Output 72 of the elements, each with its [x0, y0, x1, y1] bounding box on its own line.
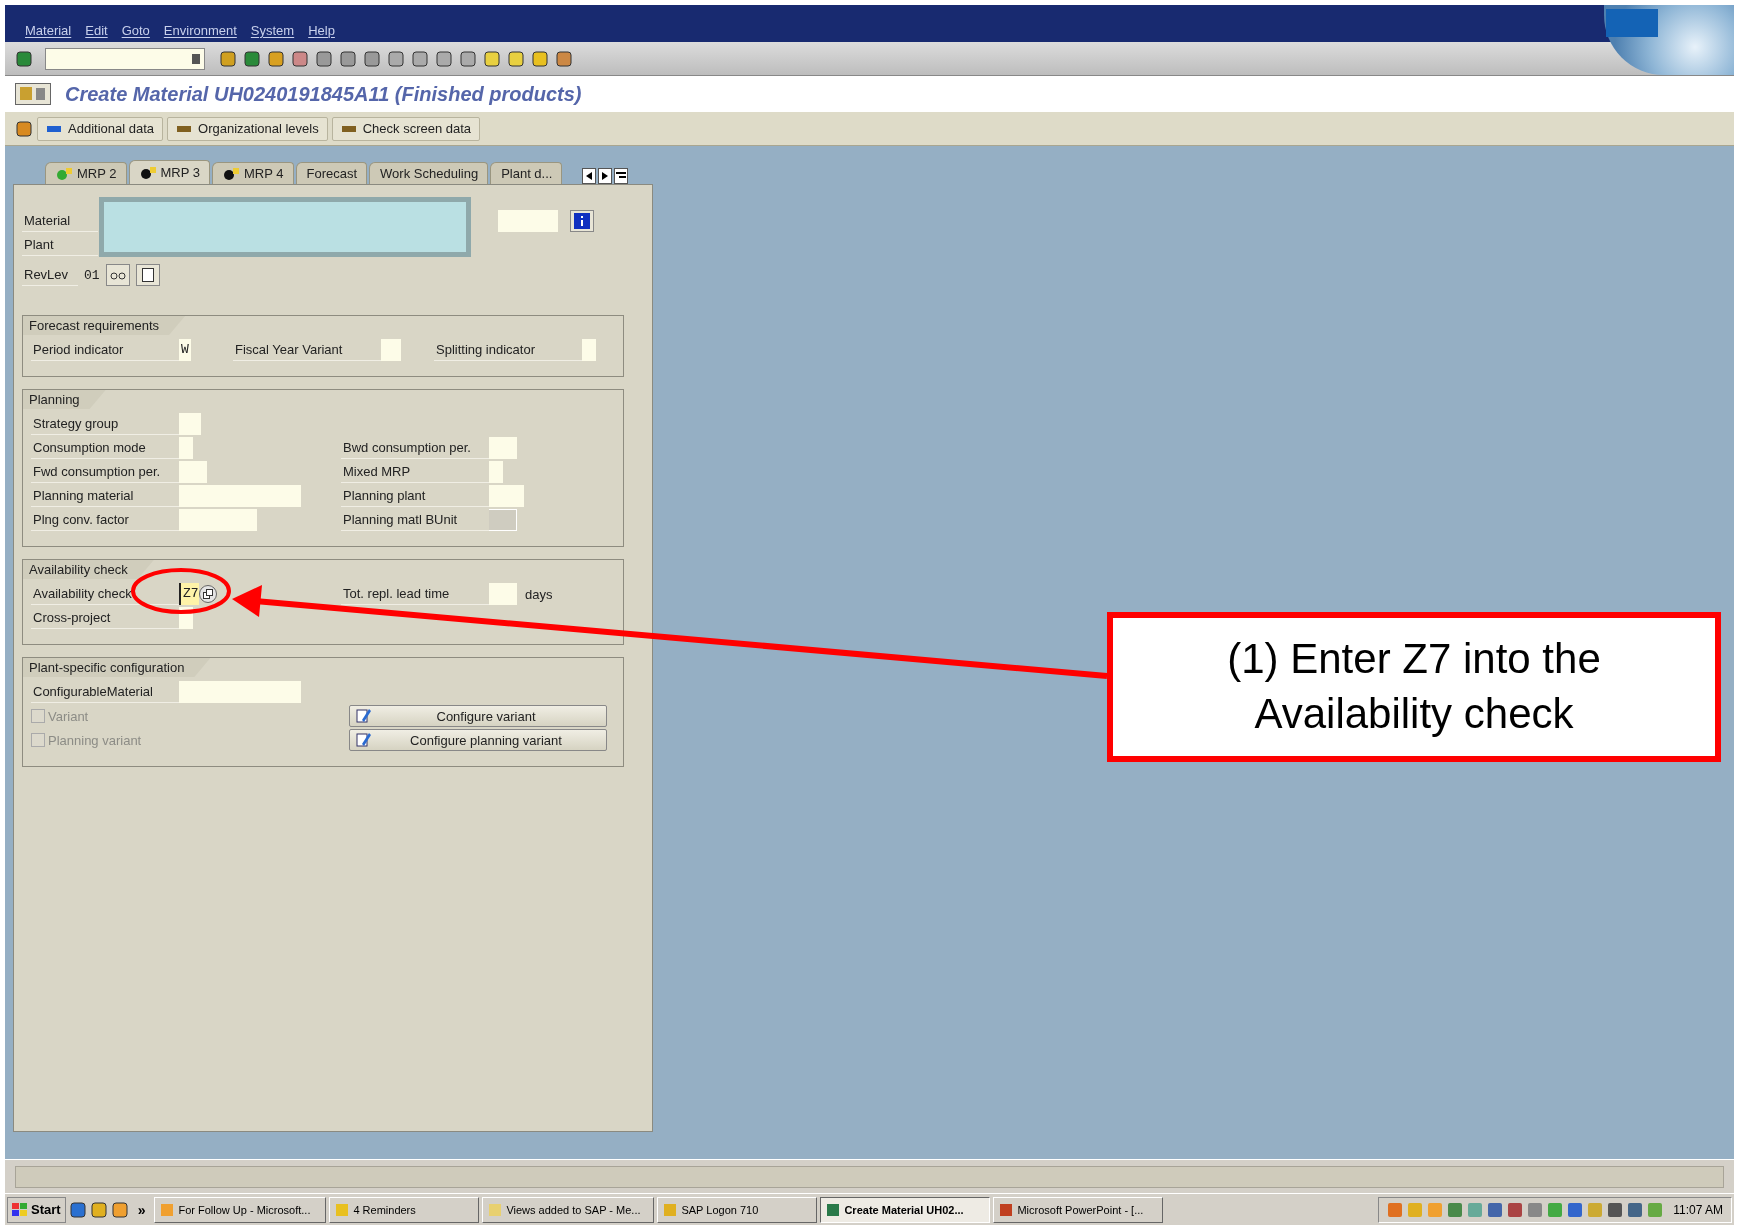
field-label: Plant: [22, 234, 98, 256]
input-field[interactable]: [179, 461, 207, 483]
field-label: RevLev: [22, 264, 78, 286]
pencil-icon: [356, 732, 372, 748]
more-button[interactable]: »: [131, 1201, 152, 1218]
history-icon[interactable]: [192, 53, 200, 64]
taskbar-item[interactable]: Microsoft PowerPoint - [...: [993, 1196, 1164, 1223]
menu-item[interactable]: Material: [25, 23, 72, 38]
tab-scroll-left-button[interactable]: [582, 168, 597, 184]
input-field[interactable]: [582, 339, 596, 361]
screen-title: Create Material UH0240191845A11 (Finished products): [65, 82, 582, 106]
document-icon: [141, 268, 154, 282]
toolbar-button[interactable]: Additional data: [37, 116, 163, 141]
group-title: Plant-specific configuration: [23, 658, 211, 677]
menu-item[interactable]: Edit: [85, 23, 108, 38]
group-title: Forecast requirements: [23, 316, 186, 335]
tab[interactable]: Plant d...: [490, 162, 563, 184]
input-field[interactable]: W: [179, 339, 191, 361]
revision-level-value: 01: [84, 267, 100, 283]
tab[interactable]: MRP 3: [128, 160, 210, 184]
search-help-button[interactable]: [199, 585, 217, 603]
left-triangle-icon: [586, 172, 593, 180]
input-field[interactable]: [179, 437, 193, 459]
input-field[interactable]: Z7: [179, 583, 199, 605]
glasses-button[interactable]: [105, 264, 130, 286]
pencil-icon: [356, 708, 372, 724]
input-field[interactable]: [489, 583, 517, 605]
tab[interactable]: MRP 4: [212, 162, 294, 184]
windows-logo: [12, 1202, 28, 1217]
taskbar-item[interactable]: Create Material UH02...: [820, 1196, 991, 1223]
field-label: Material: [22, 210, 98, 232]
taskbar-item[interactable]: Views added to SAP - Me...: [482, 1196, 655, 1223]
clock: 11:07 AM: [1673, 1202, 1723, 1217]
tab-icon: [56, 166, 72, 181]
input-field[interactable]: [381, 339, 401, 361]
command-field[interactable]: [45, 47, 205, 70]
input-field[interactable]: [179, 485, 301, 507]
group-title: Availability check: [23, 560, 154, 579]
display-change-icon[interactable]: [15, 83, 51, 105]
callout-text: (1) Enter Z7 into the Availability check: [1226, 634, 1602, 739]
menu-item[interactable]: Goto: [121, 23, 150, 38]
menu-item[interactable]: Help: [308, 23, 335, 38]
tab-icon: [223, 166, 239, 181]
right-triangle-icon: [602, 172, 609, 180]
tab[interactable]: MRP 2: [45, 162, 127, 184]
material-description-field[interactable]: [498, 210, 558, 232]
tab[interactable]: Forecast: [295, 162, 368, 184]
tab-scroll-right-button[interactable]: [598, 168, 613, 184]
taskbar-item[interactable]: For Follow Up - Microsoft...: [154, 1196, 327, 1223]
taskbar-item[interactable]: SAP Logon 710: [657, 1196, 818, 1223]
input-field[interactable]: [489, 461, 503, 483]
unit-label: days: [525, 586, 553, 602]
toolbar-button[interactable]: Check screen data: [331, 116, 481, 141]
list-icon: [616, 171, 627, 181]
group-title: Planning: [23, 390, 106, 409]
tab-icon: [139, 165, 156, 180]
menu-item[interactable]: Environment: [163, 23, 237, 38]
tab-list-button[interactable]: [614, 168, 629, 184]
taskbar-item[interactable]: 4 Reminders: [329, 1196, 480, 1223]
input-field[interactable]: [489, 485, 524, 507]
document-button[interactable]: [135, 264, 160, 286]
input-field[interactable]: [179, 509, 257, 531]
input-field[interactable]: [179, 413, 201, 435]
toolbar-button[interactable]: Organizational levels: [167, 116, 328, 141]
input-field[interactable]: [179, 681, 301, 703]
info-button[interactable]: [570, 210, 594, 232]
start-button[interactable]: Start: [7, 1196, 66, 1223]
tab[interactable]: Work Scheduling: [369, 162, 489, 184]
menu-item[interactable]: System: [250, 23, 295, 38]
input-field[interactable]: [489, 437, 517, 459]
windows-icon: [203, 589, 213, 599]
glasses-icon: [109, 270, 126, 280]
